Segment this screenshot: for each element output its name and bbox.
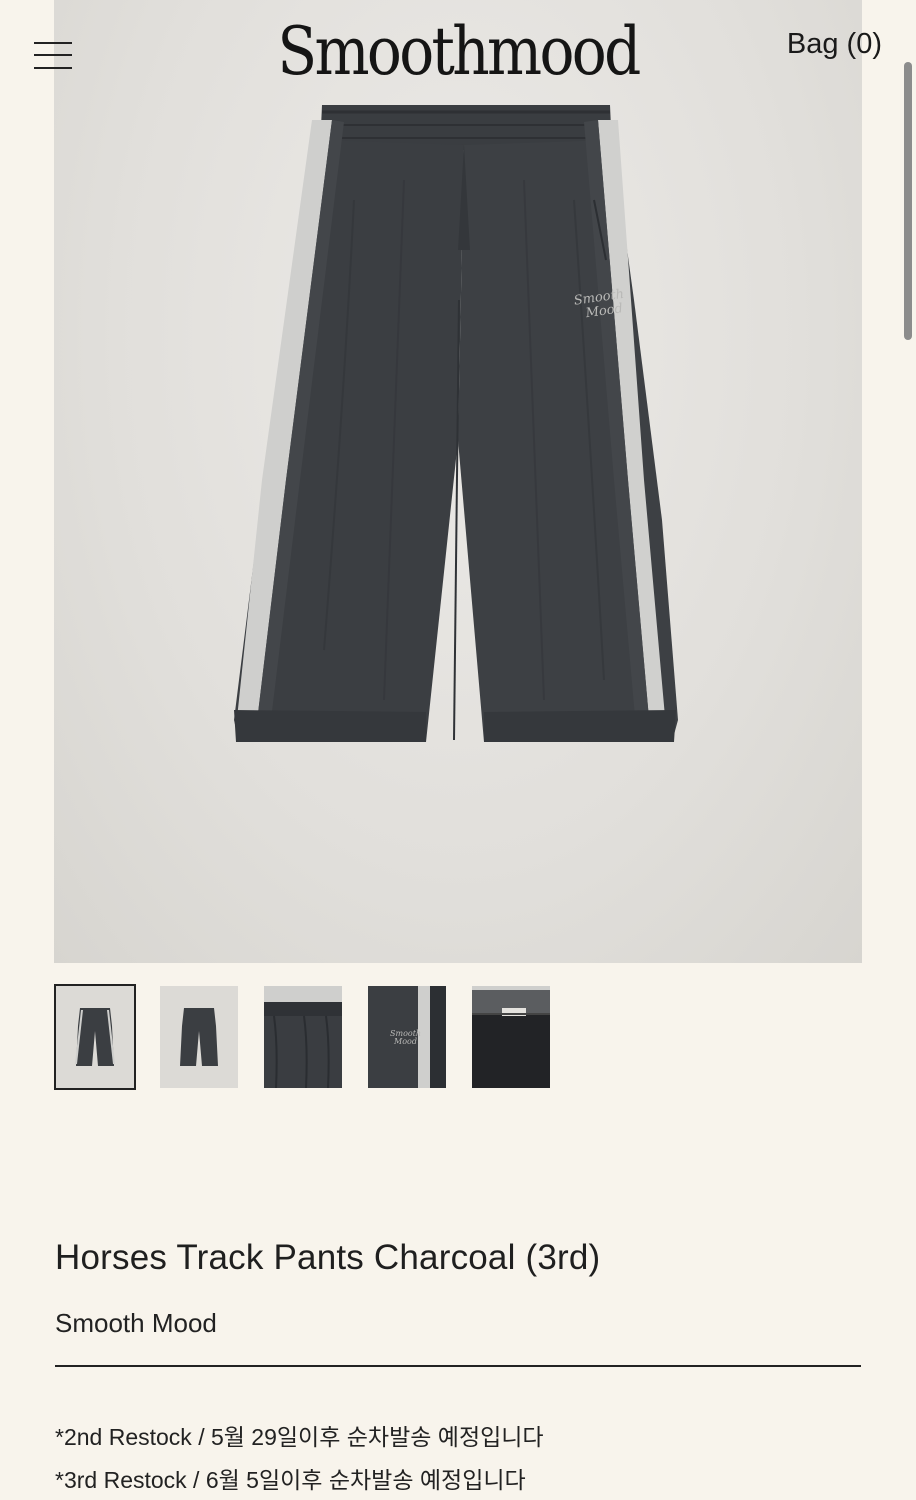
product-brand[interactable]: Smooth Mood [55, 1308, 217, 1339]
product-title: Horses Track Pants Charcoal (3rd) [55, 1238, 601, 1277]
thumbnail-front[interactable] [54, 984, 136, 1090]
restock-notice: *2nd Restock / 5월 29일이후 순차발송 예정입니다 [55, 1424, 544, 1450]
main-product-image[interactable]: Smooth Mood [54, 0, 862, 963]
site-header: Smoothmood Bag (0) [0, 0, 916, 110]
site-logo[interactable]: Smoothmood [55, 10, 861, 94]
thumbnail-logo[interactable]: Smooth Mood [368, 986, 446, 1088]
thumbnail-label[interactable] [472, 986, 550, 1088]
restock-notice: *3rd Restock / 6월 5일이후 순차발송 예정입니다 [55, 1467, 526, 1493]
thumbnail-waistband[interactable] [264, 986, 342, 1088]
svg-text:Mood: Mood [393, 1037, 417, 1046]
thumbnail-back[interactable] [160, 986, 238, 1088]
section-divider [55, 1365, 861, 1367]
bag-link[interactable]: Bag (0) [787, 28, 882, 61]
track-pants-illustration: Smooth Mood [234, 105, 678, 742]
